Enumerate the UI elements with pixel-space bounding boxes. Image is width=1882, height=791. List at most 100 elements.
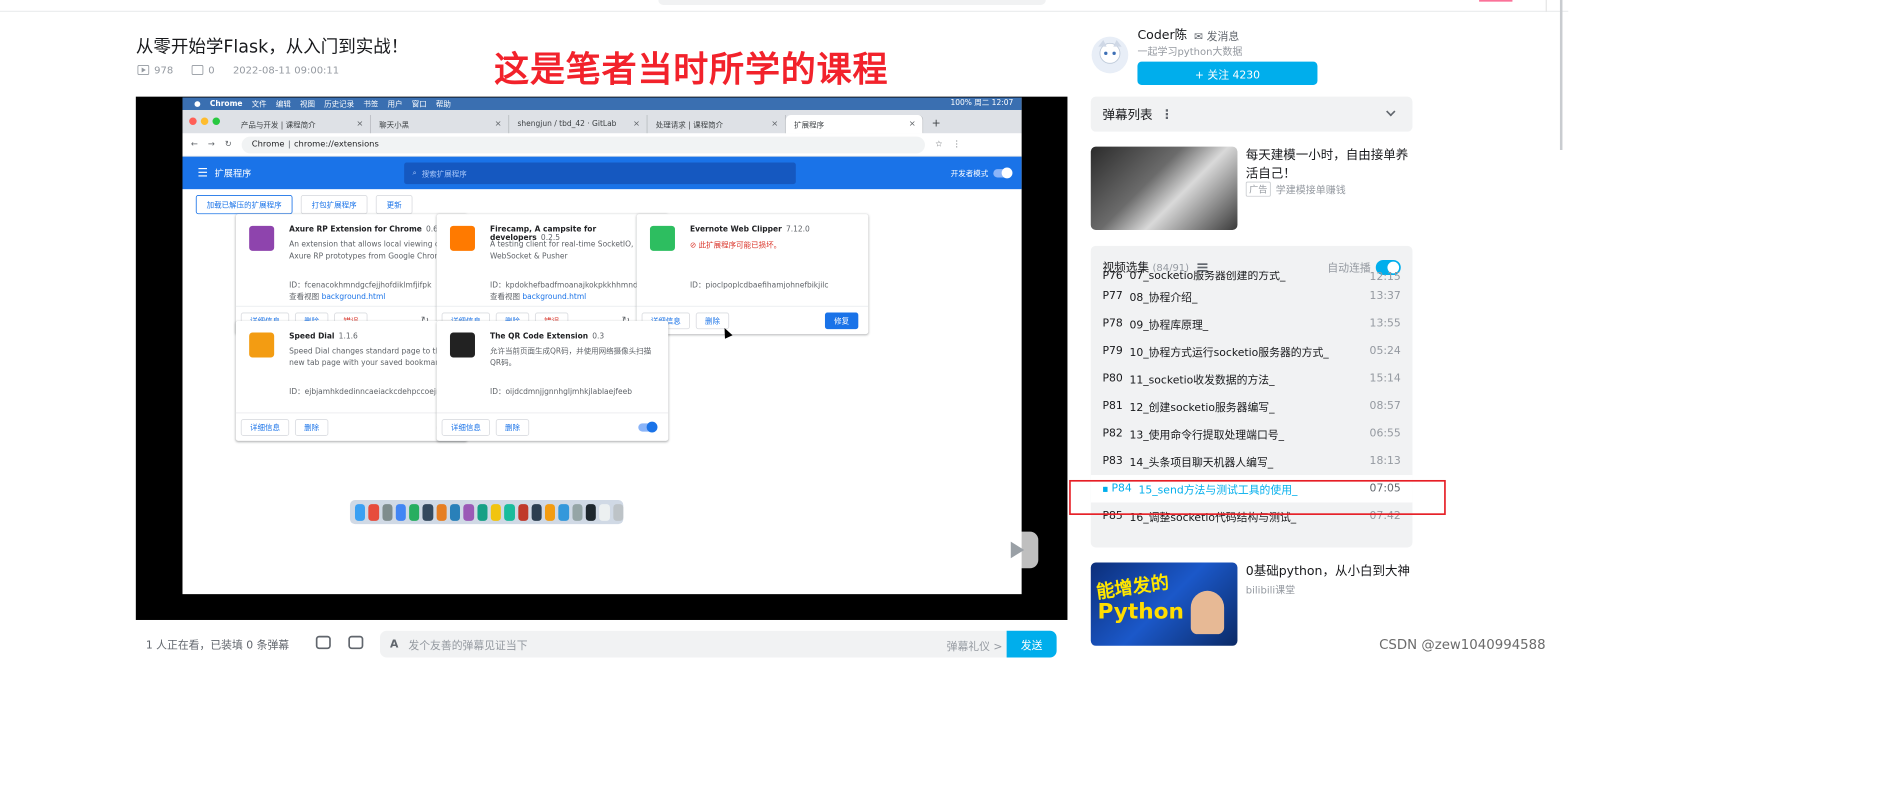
dock-app-icon (585, 503, 597, 521)
omnibox: Chrome | chrome://extensions (241, 136, 926, 153)
extension-card-button: 详细信息 (441, 418, 490, 436)
extension-card-footer: 详细信息删除修复 (636, 305, 869, 334)
message-link[interactable]: ✉ 发消息 (1194, 27, 1239, 43)
extension-repair-button: 修复 (824, 312, 859, 329)
browser-tab: 扩展程序 × (785, 114, 924, 134)
extension-id: ID：oijdcdmnjjgnnhgljmhkjlablaejfeeb (489, 388, 632, 397)
playlist-item[interactable]: P83 14_头条项目聊天机器人编写_ 18:13 (1091, 447, 1413, 474)
browser-tab-label: 产品与开发 | 课程简介 (240, 121, 316, 130)
extension-logo-icon (449, 225, 475, 251)
playlist-item-duration: 06:55 (1369, 427, 1401, 440)
play-count-icon (137, 64, 150, 75)
playlist-item[interactable]: P81 12_创建socketio服务器编写_ 08:57 (1091, 392, 1413, 419)
mac-menu-item: 用户 (387, 100, 403, 110)
recommend-uploader[interactable]: bilibili课堂 (1246, 582, 1295, 596)
playlist-item[interactable]: P78 09_协程库原理_ 13:55 (1091, 310, 1413, 337)
extension-action-button: 打包扩展程序 (300, 194, 368, 215)
dock-app-icon (531, 503, 542, 521)
extensions-search-placeholder: 搜索扩展程序 (421, 170, 467, 179)
ad-source: 学建模接单赚钱 (1275, 183, 1346, 196)
extension-logo-icon (249, 332, 275, 358)
dock-app-icon (517, 503, 529, 521)
danmaku-placeholder: 发个友善的弹幕见证当下 (408, 639, 528, 653)
forward-icon: → (207, 139, 215, 150)
recommend-thumbnail[interactable]: 能增发的 Python (1090, 562, 1238, 646)
danmaku-settings-icon[interactable] (348, 635, 364, 650)
extensions-title: 扩展程序 (214, 167, 252, 179)
extension-card: Speed Dial 1.1.6 Speed Dial changes standa… (235, 320, 468, 441)
extension-card-footer: 详细信息 删除 (235, 412, 468, 440)
window-controls (189, 117, 220, 125)
ad-meta: 广告 学建模接单赚钱 (1245, 181, 1346, 197)
extension-name-text: Speed Dial (289, 332, 335, 341)
playlist-item-part: P78 (1102, 317, 1123, 330)
omnibox-url: chrome://extensions (293, 139, 379, 150)
top-upload-button[interactable] (1479, 0, 1513, 2)
playlist-item-duration: 05:24 (1369, 344, 1401, 358)
send-button[interactable]: 发送 (1006, 630, 1057, 658)
danmaku-etiquette-link[interactable]: 弹幕礼仪 > (947, 637, 1003, 653)
mac-menu-item: 帮助 (435, 100, 451, 110)
playlist-item-part: P83 (1102, 454, 1123, 468)
playlist-item[interactable]: P77 08_协程介绍_ 13:37 (1091, 282, 1413, 309)
mac-menu-item: 书签 (363, 100, 379, 110)
extension-name-text: Evernote Web Clipper (689, 225, 782, 235)
extension-logo-icon (649, 225, 675, 251)
extension-warning: ⊘ 此扩展程序可能已损坏。 (690, 239, 781, 250)
overlay-headline: 这是笔者当时所学的课程 (494, 49, 889, 90)
playlist-item-duration: 15:14 (1369, 372, 1401, 385)
extension-warning-text: 此扩展程序可能已损坏。 (698, 241, 782, 250)
play-count: 978 (154, 64, 174, 76)
playlist-item-name: 08_协程介绍_ (1129, 291, 1198, 305)
mac-menubar: ● Chrome 文件 编辑 视图 历史记录 书签 用户 窗口 帮助 100% 周二 12:07 (182, 97, 1022, 110)
dock-app-icon (409, 503, 420, 521)
playlist-item-name: 10_协程方式运行socketio服务器的方式_ (1129, 346, 1329, 360)
dock-app-icon (436, 503, 447, 521)
extension-name: Evernote Web Clipper 7.12.0 (690, 226, 810, 234)
extension-description: 允许当前页面生成QR码，并使用网络摄像头扫描QR码。 (489, 347, 652, 368)
browser-tab: 产品与开发 | 课程简介 × (232, 114, 371, 134)
danmaku-style-icon[interactable]: A (390, 638, 398, 650)
danmaku-bar: 1 人正在看，已装填 0 条弹幕 A 发个友善的弹幕见证当下 弹幕礼仪 > 发送 (135, 626, 1068, 660)
dock-app-icon (463, 503, 474, 521)
playlist-item-name: 12_创建socketio服务器编写_ (1129, 401, 1275, 415)
extension-version: 7.12.0 (785, 225, 810, 235)
chevron-down-icon[interactable] (1386, 106, 1396, 117)
playlist-item-duration: 08:57 (1369, 399, 1401, 413)
dev-mode-label: 开发者模式 (950, 169, 989, 179)
more-options-icon[interactable]: ⋮ (1161, 107, 1173, 122)
playlist-item[interactable]: P76 07_socketio服务器创建的方式_ 12:15 (1091, 271, 1413, 283)
danmaku-list-panel[interactable]: 弹幕列表 ⋮ (1090, 96, 1413, 132)
extension-card: Firecamp, A campsite for developers 0.2.5… (436, 214, 669, 335)
danmaku-input[interactable]: A 发个友善的弹幕见证当下 (379, 630, 1007, 658)
extension-enable-switch (638, 421, 658, 433)
play-button[interactable] (993, 531, 1039, 569)
playlist-item[interactable]: P80 11_socketio收发数据的方法_ 15:14 (1091, 365, 1413, 392)
danmaku-toggle-icon[interactable] (315, 635, 331, 650)
playlist-item[interactable]: P79 10_协程方式运行socketio服务器的方式_ 05:24 (1091, 337, 1413, 364)
avatar[interactable] (1091, 36, 1129, 74)
extension-card-button: 删除 (495, 418, 530, 436)
ad-title[interactable]: 每天建模一小时，自由接单养活自己！ (1246, 146, 1413, 183)
close-tab-icon: × (632, 119, 640, 129)
dock-app-icon (477, 503, 488, 521)
dock-app-icon (504, 503, 515, 521)
uploader-name[interactable]: Coder陈 (1137, 26, 1187, 43)
playlist-item[interactable]: P82 13_使用命令行提取处理端口号_ 06:55 (1091, 420, 1413, 447)
mac-dock (349, 499, 624, 525)
playlist-item-name: 07_socketio服务器创建的方式_ (1129, 270, 1286, 283)
playlist-item-duration: 12:15 (1369, 270, 1401, 283)
playlist-item-part: P82 (1102, 427, 1123, 440)
viewer-count: 1 人正在看，已装填 0 条弹幕 (145, 639, 290, 652)
publish-date: 2022-08-11 09:00:11 (232, 64, 340, 76)
ad-thumbnail[interactable] (1090, 146, 1238, 230)
follow-button[interactable]: + 关注 4230 (1137, 61, 1318, 85)
dock-app-icon (490, 503, 502, 521)
danmaku-list-title: 弹幕列表 (1102, 107, 1153, 123)
recommend-title[interactable]: 0基础python，从小白到大神 (1246, 562, 1413, 580)
top-search-box[interactable] (658, 0, 1046, 5)
page-scrollbar[interactable] (1559, 0, 1563, 150)
extension-card: Evernote Web Clipper 7.12.0 ⊘ 此扩展程序可能已损坏。 I… (636, 214, 869, 335)
search-icon: ⌕ (412, 169, 417, 178)
playlist-item-duration: 13:37 (1369, 289, 1401, 303)
